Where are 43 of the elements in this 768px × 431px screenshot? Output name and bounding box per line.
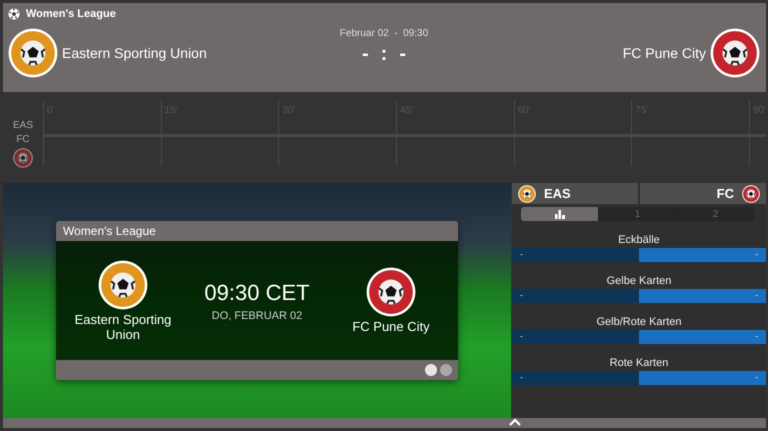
away-stat-value: - <box>639 330 766 344</box>
away-team-logo <box>742 184 760 202</box>
away-team-name: FC Pune City <box>351 319 431 334</box>
home-stat-value: - <box>512 371 639 385</box>
stats-away-abbr: FC <box>716 186 734 201</box>
home-stat-value: - <box>512 248 639 262</box>
away-team-logo <box>710 28 760 78</box>
stat-label: Rote Karten <box>610 357 668 369</box>
home-team-logo <box>8 28 58 78</box>
away-team-logo <box>13 148 33 168</box>
league-name: Women's League <box>26 8 116 20</box>
stats-home-abbr: EAS <box>544 186 571 201</box>
home-stat-value: - <box>512 330 639 344</box>
home-score: - <box>362 43 369 66</box>
card-title: Women's League <box>56 221 458 241</box>
home-stat-value: - <box>512 289 639 303</box>
stat-label: Eckbälle <box>618 234 660 246</box>
carousel-dot[interactable] <box>440 364 452 376</box>
home-team-logo <box>98 260 148 310</box>
timeline-away-label: FC <box>16 134 30 145</box>
period-tab[interactable]: 2 <box>677 207 754 221</box>
home-team-logo <box>518 184 536 202</box>
kickoff-time: 09:30 CET <box>204 280 310 306</box>
home-team-name: Eastern Sporting Union <box>74 312 172 342</box>
away-stat-value: - <box>639 289 766 303</box>
away-stat-value: - <box>639 248 766 262</box>
score-separator: : <box>380 43 388 66</box>
bar-chart-icon <box>554 210 564 218</box>
period-tab[interactable] <box>521 207 598 221</box>
match-datetime: Februar 02 - 09:30 <box>340 28 428 39</box>
timeline-home-label: EAS <box>12 120 33 131</box>
stat-label: Gelb/Rote Karten <box>596 316 682 328</box>
away-stat-value: - <box>639 371 766 385</box>
period-tab[interactable]: 1 <box>599 207 676 221</box>
away-score: - <box>399 43 406 66</box>
home-team-name: Eastern Sporting Union <box>62 45 207 61</box>
carousel-dot[interactable] <box>425 364 437 376</box>
chevron-up-icon[interactable] <box>508 418 522 427</box>
away-team-logo <box>366 267 416 317</box>
stat-label: Gelbe Karten <box>606 275 672 287</box>
soccer-ball-icon <box>8 8 20 20</box>
away-team-name: FC Pune City <box>622 45 706 61</box>
match-date: DO, FEBRUAR 02 <box>212 310 302 322</box>
